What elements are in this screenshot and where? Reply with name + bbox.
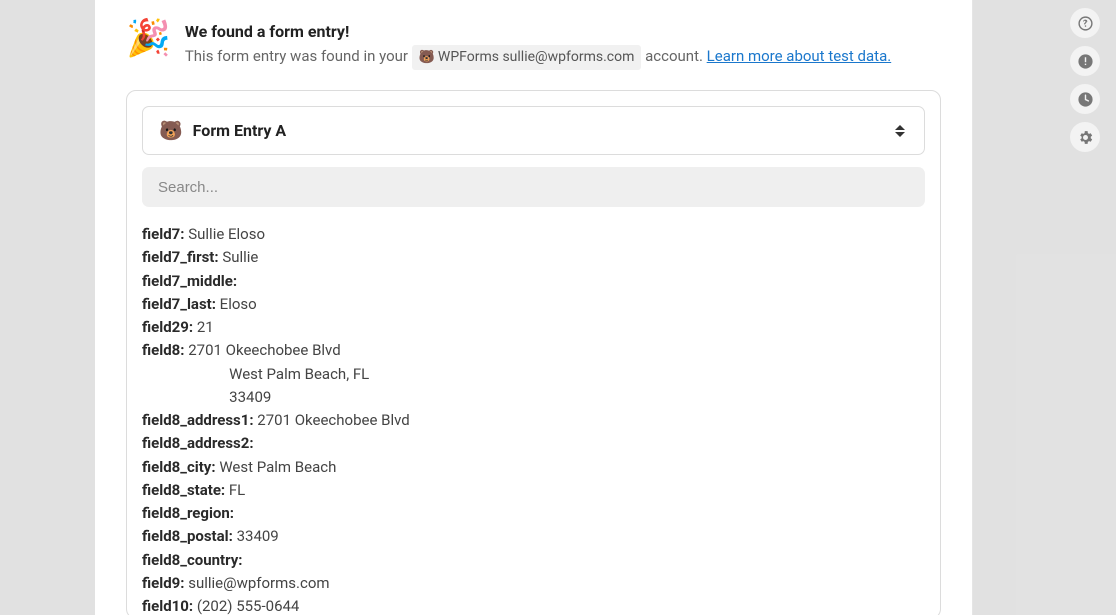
side-toolbar: [1070, 8, 1110, 152]
header-sub-suffix: account.: [645, 47, 707, 65]
field-key: field29:: [142, 316, 193, 339]
field-value: FL: [225, 479, 245, 502]
field-key: field9:: [142, 572, 185, 595]
header-sub-prefix: This form entry was found in your: [185, 47, 412, 65]
gear-icon: [1077, 129, 1094, 146]
field-key: field8_city:: [142, 456, 216, 479]
field-key: field7:: [142, 223, 185, 246]
party-popper-icon: 🎉: [126, 20, 171, 56]
field-key: field8_address1:: [142, 409, 254, 432]
field-row: field9: sullie@wpforms.com: [142, 572, 925, 595]
sort-caret-icon: [892, 122, 908, 140]
alert-icon: [1077, 53, 1094, 70]
field-row: field7_middle:: [142, 270, 925, 293]
form-icon: 🐻: [159, 119, 183, 142]
wpforms-icon: 🐻: [419, 50, 435, 65]
main-panel: 🎉 We found a form entry! This form entry…: [95, 0, 973, 615]
search-input[interactable]: [158, 179, 909, 196]
field-key: field8_postal:: [142, 525, 233, 548]
field-value: Sullie: [219, 246, 259, 269]
fields-list: field7: Sullie Elosofield7_first: Sullie…: [142, 223, 925, 615]
field-key: field8_country:: [142, 549, 243, 572]
field-value: Eloso: [216, 293, 257, 316]
learn-more-link[interactable]: Learn more about test data.: [707, 47, 892, 65]
header: 🎉 We found a form entry! This form entry…: [126, 22, 941, 70]
field-value: Sullie Eloso: [185, 223, 266, 246]
account-chip: 🐻WPForms sullie@wpforms.com: [412, 45, 642, 70]
field-key: field7_last:: [142, 293, 216, 316]
settings-button[interactable]: [1070, 122, 1100, 152]
field-row: field7: Sullie Eloso: [142, 223, 925, 246]
field-row: field8_postal: 33409: [142, 525, 925, 548]
field-row: field29: 21: [142, 316, 925, 339]
field-row: field8_address1: 2701 Okeechobee Blvd: [142, 409, 925, 432]
header-title: We found a form entry!: [185, 22, 941, 41]
field-value: 33409: [233, 525, 279, 548]
header-subtitle: This form entry was found in your 🐻WPFor…: [185, 45, 941, 70]
field-key: field8_region:: [142, 502, 234, 525]
field-value: West Palm Beach: [216, 456, 337, 479]
field-row: field7_last: Eloso: [142, 293, 925, 316]
field-key: field7_first:: [142, 246, 219, 269]
history-button[interactable]: [1070, 84, 1100, 114]
field-row: field8_state: FL: [142, 479, 925, 502]
field-row: field10: (202) 555-0644: [142, 595, 925, 615]
field-key: field8_address2:: [142, 432, 254, 455]
help-icon: [1077, 15, 1094, 32]
field-value: (202) 555-0644: [193, 595, 299, 615]
field-value: sullie@wpforms.com: [185, 572, 330, 595]
clock-icon: [1077, 91, 1094, 108]
field-key: field7_middle:: [142, 270, 237, 293]
alert-button[interactable]: [1070, 46, 1100, 76]
field-row: field8: 2701 Okeechobee Blvd West Palm B…: [142, 339, 925, 409]
form-selector[interactable]: 🐻 Form Entry A: [142, 106, 925, 155]
field-key: field10:: [142, 595, 193, 615]
search-box[interactable]: [142, 167, 925, 207]
field-row: field8_address2:: [142, 432, 925, 455]
form-selector-title: Form Entry A: [193, 121, 287, 140]
field-value: 2701 Okeechobee Blvd West Palm Beach, FL…: [185, 339, 370, 409]
account-label: WPForms sullie@wpforms.com: [438, 49, 634, 65]
form-entry-card: 🐻 Form Entry A field7: Sullie Elosofield…: [126, 90, 941, 615]
help-button[interactable]: [1070, 8, 1100, 38]
field-key: field8:: [142, 339, 185, 409]
field-value: 2701 Okeechobee Blvd: [254, 409, 410, 432]
field-value: 21: [193, 316, 214, 339]
header-text: We found a form entry! This form entry w…: [185, 22, 941, 70]
field-key: field8_state:: [142, 479, 225, 502]
field-row: field8_country:: [142, 549, 925, 572]
field-row: field7_first: Sullie: [142, 246, 925, 269]
field-row: field8_city: West Palm Beach: [142, 456, 925, 479]
field-row: field8_region:: [142, 502, 925, 525]
